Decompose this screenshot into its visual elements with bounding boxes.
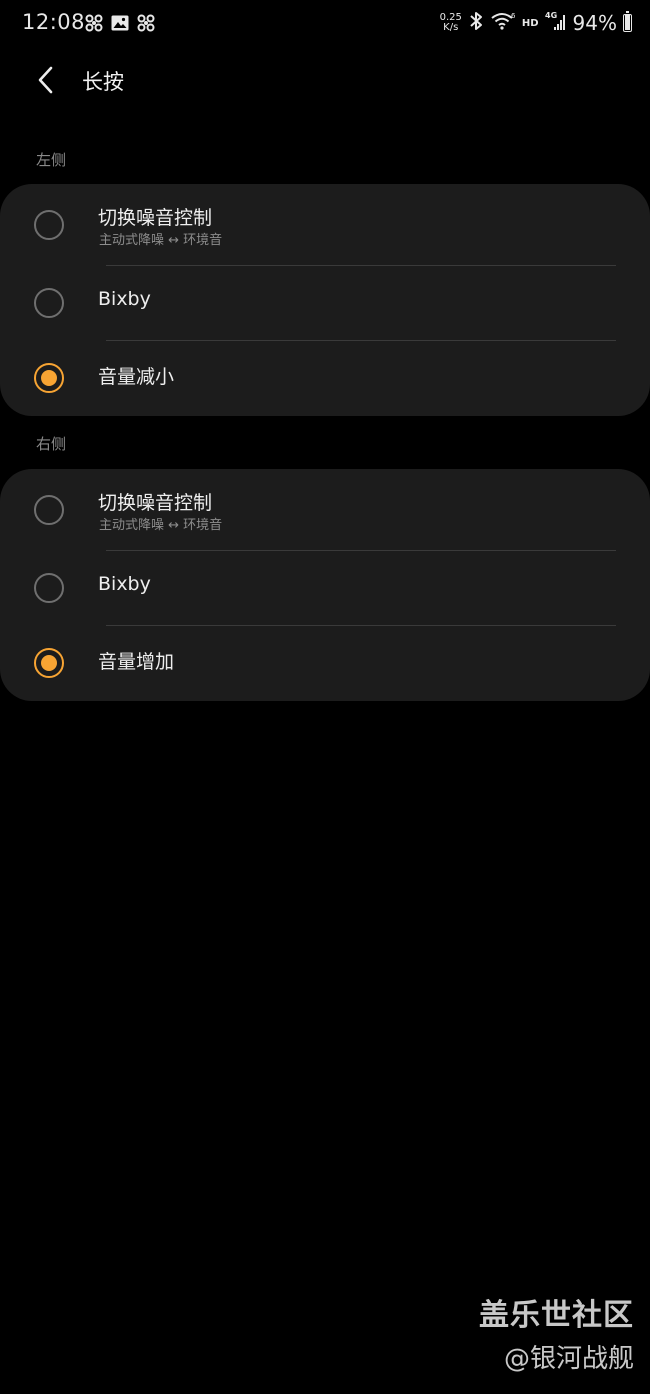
status-bar: 12:08 0.25 K/s 6 HD 4G 94%	[0, 0, 650, 48]
option-label: 切换噪音控制	[98, 207, 213, 229]
gallery-icon	[110, 13, 130, 33]
net-speed-unit: K/s	[443, 22, 459, 33]
fan-icon	[84, 13, 104, 33]
svg-text:6: 6	[511, 12, 516, 20]
option-label: 音量增加	[98, 651, 175, 673]
status-left-icons	[84, 13, 156, 33]
status-right: 0.25 K/s 6 HD 4G 94%	[440, 10, 632, 36]
option-bixby[interactable]: Bixby	[0, 551, 650, 625]
option-noise-control[interactable]: 切换噪音控制 主动式降噪 ↔ 环境音	[0, 184, 650, 264]
option-label: 音量减小	[98, 366, 175, 388]
option-sublabel: 主动式降噪 ↔ 环境音	[99, 233, 223, 248]
network-type: 4G	[545, 11, 557, 20]
section-label-right: 右侧	[36, 435, 67, 453]
option-label: Bixby	[98, 288, 151, 310]
option-volume-down[interactable]: 音量减小	[0, 341, 650, 416]
option-bixby[interactable]: Bixby	[0, 266, 650, 340]
signal-icon: 4G	[545, 10, 567, 36]
option-label: Bixby	[98, 573, 151, 595]
option-label: 切换噪音控制	[98, 492, 213, 514]
net-speed: 0.25 K/s	[440, 13, 462, 33]
chevron-left-icon	[36, 65, 56, 99]
options-card-right: 切换噪音控制 主动式降噪 ↔ 环境音 Bixby 音量增加	[0, 469, 650, 701]
section-label-left: 左侧	[36, 151, 67, 169]
battery-text: 94%	[572, 11, 617, 35]
radio-button[interactable]	[34, 288, 64, 318]
radio-button[interactable]	[34, 495, 64, 525]
option-sublabel: 主动式降噪 ↔ 环境音	[99, 518, 223, 533]
status-time: 12:08	[22, 10, 86, 34]
battery-fill	[625, 14, 630, 30]
bluetooth-icon	[468, 10, 484, 36]
watermark-title: 盖乐世社区	[479, 1298, 634, 1333]
option-volume-up[interactable]: 音量增加	[0, 626, 650, 701]
battery-icon	[623, 11, 632, 32]
fan-icon	[136, 13, 156, 33]
option-noise-control[interactable]: 切换噪音控制 主动式降噪 ↔ 环境音	[0, 469, 650, 549]
wifi-icon: 6	[490, 11, 516, 35]
app-header: 长按	[0, 52, 650, 112]
radio-button[interactable]	[34, 210, 64, 240]
page-title: 长按	[82, 70, 124, 94]
watermark-user: @银河战舰	[503, 1344, 634, 1374]
radio-button[interactable]	[34, 648, 64, 678]
back-button[interactable]	[24, 62, 68, 102]
hd-label: HD	[521, 17, 539, 29]
radio-button[interactable]	[34, 573, 64, 603]
options-card-left: 切换噪音控制 主动式降噪 ↔ 环境音 Bixby 音量减小	[0, 184, 650, 416]
radio-button[interactable]	[34, 363, 64, 393]
